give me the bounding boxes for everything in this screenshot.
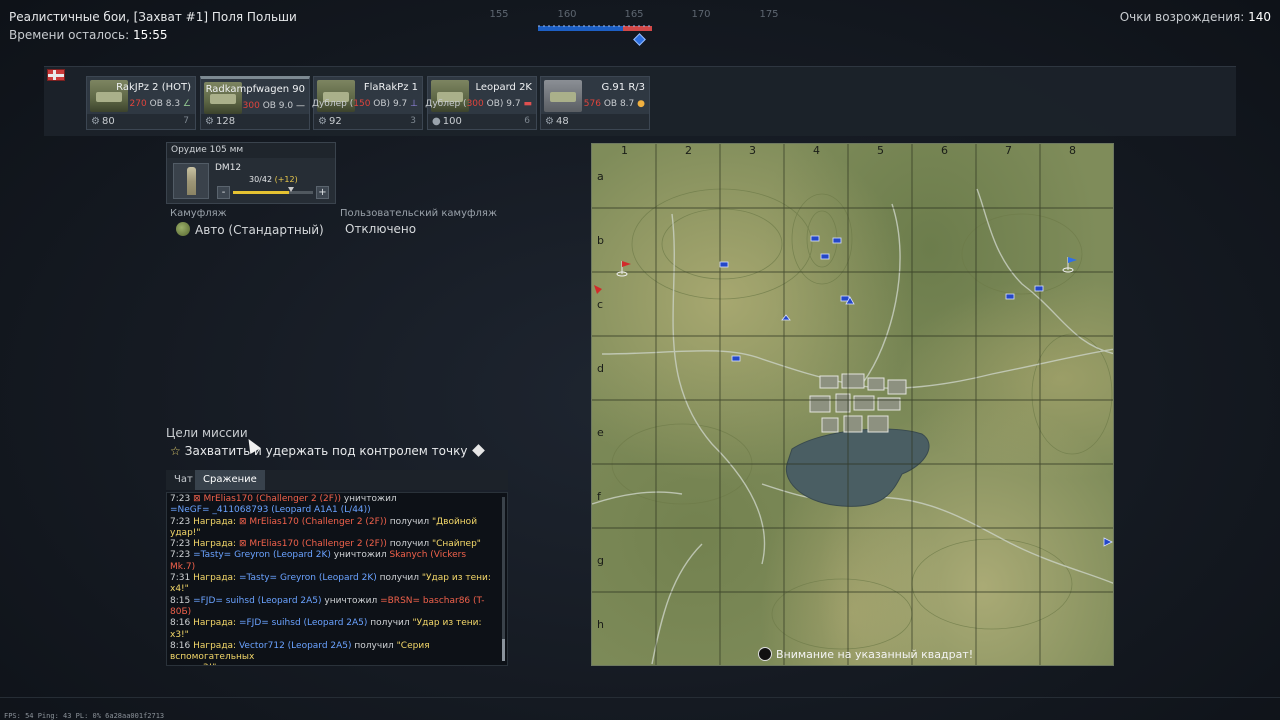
time-left-value: 15:55 (132, 28, 168, 42)
vehicle-name: Leopard 2K (475, 82, 532, 93)
objective-text: Захватить и удержать под контролем точку (184, 444, 468, 458)
vehicle-ammo: ⚙ 128 (201, 114, 309, 129)
respawn-points: Очки возрождения: 140 (1120, 10, 1271, 24)
battle-log[interactable]: 7:23 ⊠ MrElias170 (Challenger 2 (2F)) ун… (166, 492, 508, 666)
battle-log-line: =NeGF= _411068793 (Leopard A1A1 (L/44)) (170, 505, 371, 516)
score-marker-icon (633, 33, 646, 46)
camouflage-selector[interactable]: Авто (Стандартный) (176, 222, 324, 237)
weapon-header: Орудие 105 мм (167, 143, 335, 158)
battle-log-line: 8:16 Награда: =FJD= suihsd (Leopard 2A5)… (170, 618, 482, 640)
star-icon: ☆ (170, 444, 181, 458)
vehicle-ammo: ⚙ 48 (541, 114, 649, 129)
map-row-label: h (597, 618, 604, 631)
vehicle-name: FlaRakPz 1 (363, 82, 418, 93)
map-notice: Внимание на указанный квадрат! (758, 647, 973, 661)
score-tick: 165 (624, 9, 644, 20)
respawn-label: Очки возрождения: (1119, 10, 1245, 24)
map-column-label: 4 (813, 144, 820, 157)
score-tick: 160 (557, 9, 577, 20)
objectives-title: Цели миссии (166, 426, 248, 440)
vehicle-ammo: ⚙ 92 3 (314, 114, 422, 129)
map-column-label: 1 (621, 144, 628, 157)
score-ruler: 155 160 165 170 175 (470, 6, 800, 50)
map-column-label: 8 (1069, 144, 1076, 157)
map-row-label: e (597, 426, 604, 439)
map-column-label: 2 (685, 144, 692, 157)
vehicle-ammo: ● 100 6 (428, 114, 536, 129)
capture-point-icon (472, 444, 486, 457)
map-column-label: 7 (1005, 144, 1012, 157)
map-row-label: a (597, 170, 604, 183)
time-left: Времени осталось: 15:55 (9, 28, 168, 42)
map-column-label: 5 (877, 144, 884, 157)
map-row-label: d (597, 362, 604, 375)
chat-tabs: Чат Сражение (166, 470, 508, 490)
ammo-slider[interactable] (233, 187, 313, 194)
battle-log-line: 7:23 =Tasty= Greyron (Leopard 2K) уничто… (170, 550, 467, 572)
score-tick: 170 (691, 9, 711, 20)
germany-flag-icon (47, 69, 65, 81)
vehicle-name: Radkampfwagen 90 (205, 84, 305, 95)
battle-log-line: 8:16 Награда: Vector712 (Leopard 2A5) по… (170, 640, 430, 663)
score-tick: 155 (489, 9, 509, 20)
tactical-map[interactable]: 1 2 3 4 5 6 7 8 a b c d e f g h Внимание… (591, 143, 1114, 666)
vehicle-slot-flarakpz[interactable]: FlaRakPz 1 Дублер (150 OB) 9.7 ⊥ ⚙ 92 3 (311, 76, 423, 130)
map-row-label: g (597, 554, 604, 567)
vehicle-ammo: ⚙ 80 7 (87, 114, 195, 129)
objective-item: ☆ Захватить и удержать под контролем точк… (170, 444, 486, 458)
mission-title: Реалистичные бои, [Захват #1] Поля Польш… (9, 10, 297, 24)
increase-ammo-button[interactable]: + (316, 186, 329, 199)
score-tick: 175 (759, 9, 779, 20)
map-row-label: b (597, 234, 604, 247)
score-bar-dots (538, 25, 652, 27)
user-camouflage-label: Пользовательский камуфляж (340, 208, 497, 219)
battle-log-line: 7:23 ⊠ MrElias170 (Challenger 2 (2F)) ун… (170, 494, 397, 504)
battle-log-line: 8:15 =FJD= suihsd (Leopard 2A5) уничтожи… (170, 595, 485, 617)
map-row-label: c (597, 298, 604, 311)
map-terrain (592, 144, 1113, 665)
ammo-slider-thumb[interactable] (288, 187, 294, 193)
vehicle-slot-radkampfwagen[interactable]: Radkampfwagen 90 300 OB 9.0 — ⚙ 128 (200, 76, 310, 130)
vehicle-slot-leopard-2k[interactable]: Leopard 2K Дублер (300 OB) 9.7 ▬ ● 100 6 (425, 76, 537, 130)
map-column-label: 3 (749, 144, 756, 157)
vehicle-slot-g91[interactable]: G.91 R/3 576 OB 8.7 ● ⚙ 48 (540, 76, 650, 130)
aircraft-icon (544, 80, 582, 112)
camouflage-swatch-icon (176, 222, 190, 236)
vehicle-cost: Дублер (300 OB) 9.7 ▬ (425, 99, 532, 109)
respawn-value: 140 (1248, 10, 1271, 24)
time-left-label: Времени осталось: (9, 28, 130, 42)
battle-log-lines: 7:23 ⊠ MrElias170 (Challenger 2 (2F)) ун… (170, 494, 493, 665)
ammo-slider-fill (233, 191, 289, 194)
battle-log-line: атак: x3!" (170, 663, 493, 665)
map-row-label: f (597, 490, 601, 503)
user-camouflage-value[interactable]: Отключено (345, 222, 416, 236)
performance-stats: FPS: 54 Ping: 43 PL: 0% 6a28aa001f2713 (4, 712, 165, 720)
shell-count: 30/42 (+12) (249, 175, 298, 184)
bottom-status-bar (0, 697, 1280, 720)
battle-log-line: 7:23 Награда: ⊠ MrElias170 (Challenger 2… (170, 539, 481, 550)
camouflage-value: Авто (Стандартный) (195, 223, 324, 237)
vehicle-cost: 300 OB 9.0 — (242, 101, 305, 111)
vehicle-cost: Дублер (150 OB) 9.7 ⊥ (311, 99, 418, 109)
battle-log-line: 7:31 Награда: =Tasty= Greyron (Leopard 2… (170, 573, 491, 595)
battle-log-scrollbar[interactable] (502, 497, 505, 661)
battle-log-line: 7:23 Награда: ⊠ MrElias170 (Challenger 2… (170, 516, 478, 538)
vehicle-name: G.91 R/3 (601, 82, 645, 93)
mouse-icon (758, 647, 772, 661)
weapon-panel: Орудие 105 мм DM12 30/42 (+12) - + (166, 142, 336, 204)
vehicle-cost: 270 OB 8.3 ∠ (129, 99, 191, 109)
map-notice-text: Внимание на указанный квадрат! (776, 648, 974, 661)
shell-name: DM12 (215, 163, 242, 173)
vehicle-cost: 576 OB 8.7 ● (583, 99, 645, 109)
shell-icon[interactable] (173, 163, 209, 199)
tab-battle[interactable]: Сражение (195, 470, 265, 490)
decrease-ammo-button[interactable]: - (217, 186, 230, 199)
vehicle-slot-rakjpz[interactable]: RakJPz 2 (HOT) 270 OB 8.3 ∠ ⚙ 80 7 (86, 76, 196, 130)
camouflage-label: Камуфляж (170, 208, 227, 219)
map-column-label: 6 (941, 144, 948, 157)
vehicle-name: RakJPz 2 (HOT) (116, 82, 191, 93)
